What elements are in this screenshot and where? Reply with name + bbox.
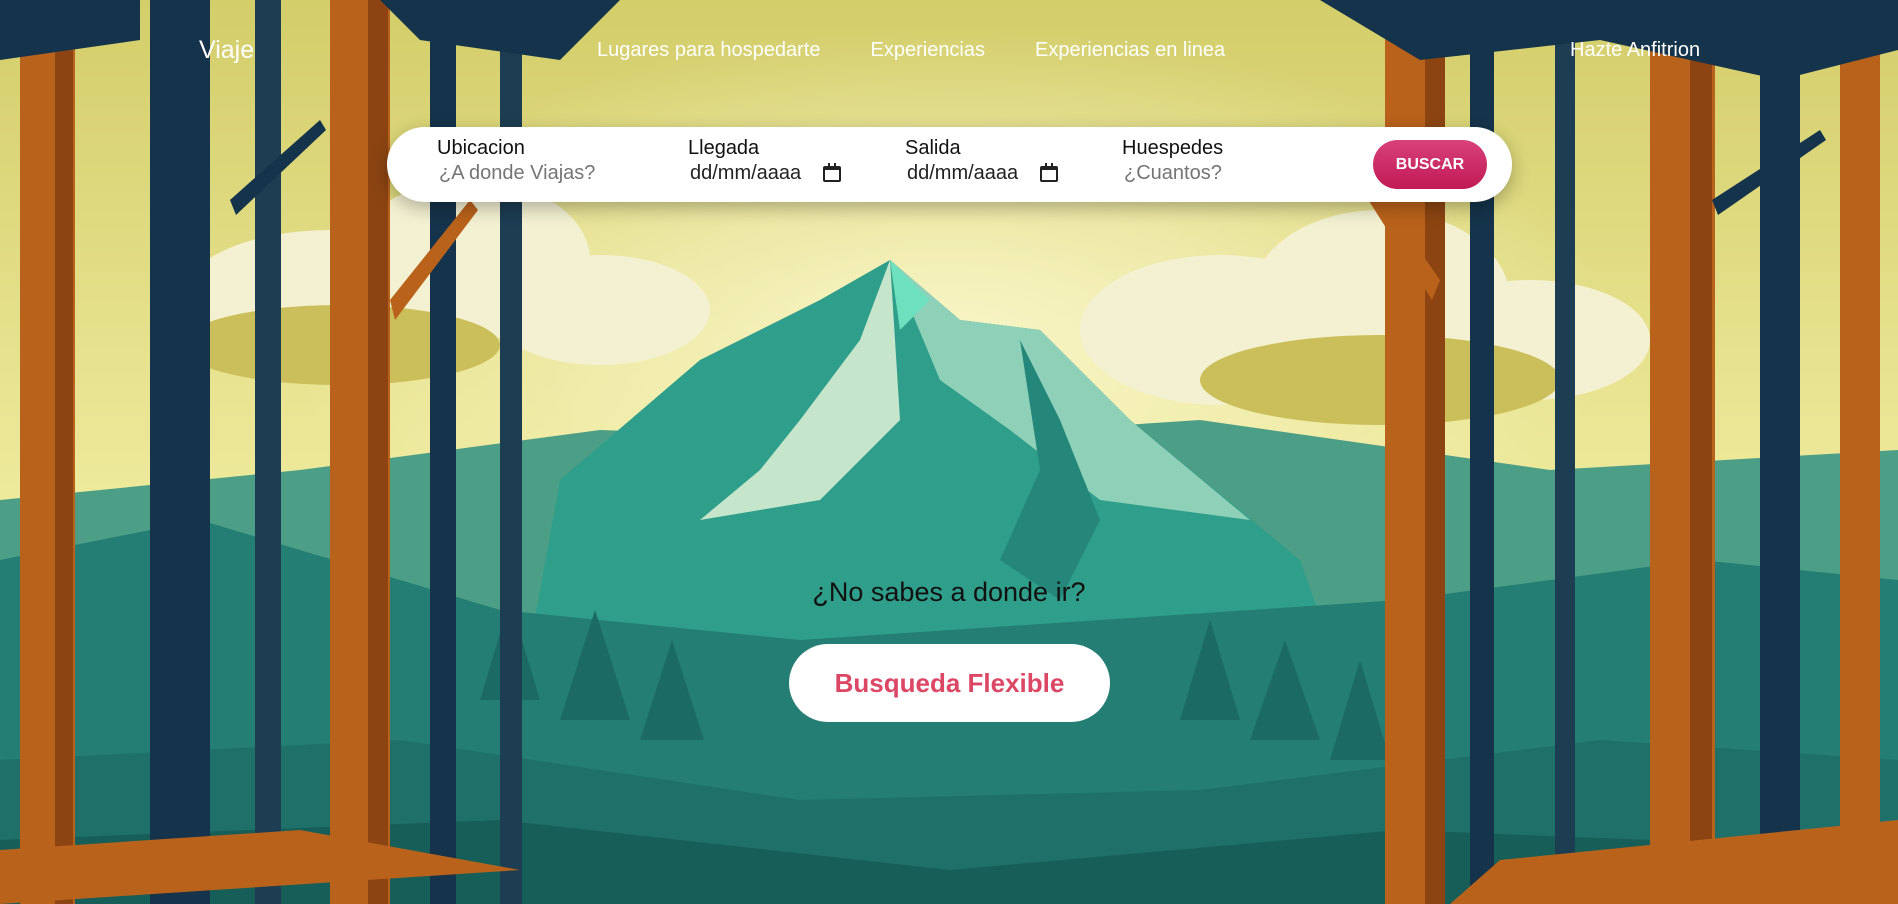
checkout-field: Salida dd/mm/aaaa <box>905 137 1059 185</box>
main-nav: Lugares para hospedarte Experiencias Exp… <box>597 39 1225 62</box>
guests-input[interactable] <box>1122 162 1306 185</box>
calendar-icon[interactable] <box>823 162 842 182</box>
search-bar: Ubicacion Llegada dd/mm/aaaa Salida dd/m… <box>387 127 1512 202</box>
location-input[interactable] <box>437 162 661 185</box>
checkout-date-value: dd/mm/aaaa <box>907 162 1019 184</box>
checkin-date-input[interactable]: dd/mm/aaaa <box>688 162 842 185</box>
top-navbar: Viaje Lugares para hospedarte Experienci… <box>0 0 1898 100</box>
checkin-date-value: dd/mm/aaaa <box>690 162 802 184</box>
location-label: Ubicacion <box>437 137 525 159</box>
nav-link-lugares[interactable]: Lugares para hospedarte <box>597 39 821 62</box>
nav-link-experiencias[interactable]: Experiencias <box>871 39 986 62</box>
flexible-search-question: ¿No sabes a donde ir? <box>812 577 1086 607</box>
guests-label: Huespedes <box>1122 137 1224 159</box>
site-logo[interactable]: Viaje <box>199 36 254 65</box>
search-button[interactable]: BUSCAR <box>1373 140 1487 189</box>
flexible-search-button[interactable]: Busqueda Flexible <box>789 644 1110 722</box>
nav-link-experiencias-en-linea[interactable]: Experiencias en linea <box>1035 39 1225 62</box>
checkout-label: Salida <box>905 137 961 159</box>
hero-section: Viaje Lugares para hospedarte Experienci… <box>0 0 1898 904</box>
checkout-date-input[interactable]: dd/mm/aaaa <box>905 162 1059 185</box>
host-link[interactable]: Hazte Anfitrion <box>1570 39 1700 62</box>
location-field: Ubicacion <box>437 137 661 185</box>
checkin-field: Llegada dd/mm/aaaa <box>688 137 842 185</box>
calendar-icon[interactable] <box>1040 162 1059 182</box>
checkin-label: Llegada <box>688 137 760 159</box>
guests-field: Huespedes <box>1122 137 1306 185</box>
